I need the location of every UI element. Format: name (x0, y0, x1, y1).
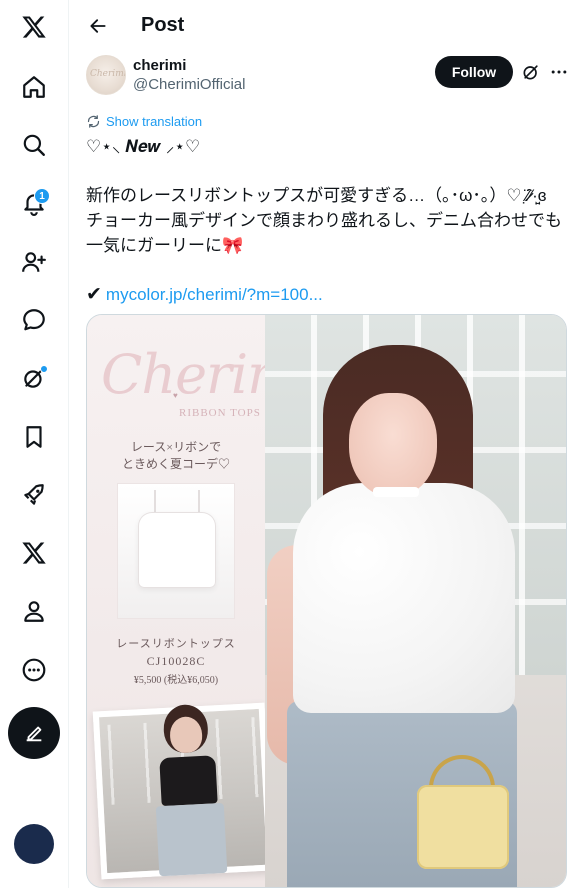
avatar-logo-text: Cherimi (90, 69, 126, 79)
follow-button[interactable]: Follow (435, 56, 513, 88)
promo-line1: レース×リボンで (130, 440, 222, 454)
model-photo (265, 315, 566, 887)
grok-explain-button[interactable] (519, 60, 543, 84)
nav-jobs[interactable] (10, 471, 58, 519)
promo-text: レース×リボンで ときめく夏コーデ♡ (87, 439, 265, 473)
compose-button[interactable] (8, 707, 60, 759)
post-text-line1: ♡⋆⸜ 𝑵𝒆𝒘 ⸝⋆♡ (86, 137, 201, 156)
author-avatar[interactable]: Cherimi (86, 55, 126, 95)
sidebar: 1 (0, 0, 69, 888)
compose-icon (26, 726, 42, 742)
nav-home[interactable] (10, 63, 58, 111)
app-window: 1 Post Cherimi cherimi @CherimiOfficial … (0, 0, 584, 888)
nav-more[interactable] (10, 646, 58, 694)
more-options-button[interactable] (546, 60, 572, 84)
grok-icon (523, 65, 538, 80)
post-column: Post Cherimi cherimi @CherimiOfficial Fo… (70, 0, 584, 888)
show-translation-link[interactable]: Show translation (86, 112, 202, 130)
product-photo (117, 483, 235, 619)
promo-line2: ときめく夏コーデ♡ (121, 457, 230, 471)
handbag (417, 785, 509, 869)
nav-bookmarks[interactable] (10, 413, 58, 461)
product-price: ¥5,500 (税込¥6,050) (133, 675, 219, 686)
post-text-line2: 新作のレースリボントップスが可愛すぎる…（｡･ω･｡）♡ ̈⁄̷̣̑⁄·̤̮ɞ (86, 186, 547, 205)
notifications-badge: 1 (34, 188, 50, 204)
brand-subtitle: RIBBON TOPS (179, 407, 261, 419)
author-handle[interactable]: @CherimiOfficial (133, 76, 245, 93)
nav-follow[interactable] (10, 238, 58, 286)
post-author: Cherimi cherimi @CherimiOfficial Follow (86, 55, 576, 99)
nav-premium[interactable] (10, 529, 58, 577)
bookmark-icon (26, 426, 42, 448)
nav-explore[interactable] (10, 121, 58, 169)
grok-dot (40, 365, 48, 373)
rocket-icon (24, 484, 44, 505)
product-name: レースリボントップス (116, 638, 236, 650)
author-name[interactable]: cherimi (133, 57, 186, 74)
page-title: Post (141, 14, 185, 36)
translate-icon (87, 114, 100, 128)
post-text-line3: チョーカー風デザインで顔まわり盛れるし、デニム合わせでも (86, 211, 562, 230)
x-premium-icon (22, 542, 46, 564)
heart-decoration: ♥ (173, 391, 178, 400)
ribbon-emoji: 🎀 (222, 236, 244, 255)
nav-grok[interactable] (10, 354, 58, 402)
post-media-image[interactable]: Cherimi ♥ RIBBON TOPS レース×リボンで ときめく夏コーデ♡… (86, 314, 567, 888)
back-button[interactable] (80, 8, 116, 44)
x-logo-link[interactable] (10, 3, 58, 51)
profile-icon (24, 601, 44, 622)
x-logo-icon (22, 16, 46, 38)
account-avatar[interactable] (14, 824, 54, 864)
product-code: CJ10028C (146, 654, 206, 668)
post-link-line: ✔ mycolor.jp/cherimi/?m=100... (86, 282, 570, 307)
back-arrow-icon (90, 19, 106, 33)
more-dots-icon (551, 70, 567, 74)
ad-panel: Cherimi ♥ RIBBON TOPS レース×リボンで ときめく夏コーデ♡… (87, 315, 315, 887)
check-mark-icon: ✔ (86, 284, 102, 305)
post-text-line4-text: 一気にガーリーに (86, 236, 222, 255)
nav-notifications[interactable]: 1 (10, 179, 58, 227)
post-link[interactable]: mycolor.jp/cherimi/?m=100... (106, 282, 323, 307)
home-icon (23, 76, 45, 98)
post-text-line4: 一気にガーリーに🎀 (86, 233, 570, 258)
post-text: ♡⋆⸜ 𝑵𝒆𝒘 ⸝⋆♡ 新作のレースリボントップスが可愛すぎる…（｡･ω･｡）♡… (86, 134, 570, 307)
chat-bubble-icon (23, 309, 45, 331)
nav-profile[interactable] (10, 587, 58, 635)
more-circle-icon (22, 658, 46, 682)
nav-messages[interactable] (10, 296, 58, 344)
person-plus-icon (22, 252, 46, 272)
post-header: Post (70, 0, 584, 52)
inset-model-photo (92, 702, 274, 880)
search-icon (23, 134, 45, 156)
show-translation-label: Show translation (106, 113, 203, 129)
